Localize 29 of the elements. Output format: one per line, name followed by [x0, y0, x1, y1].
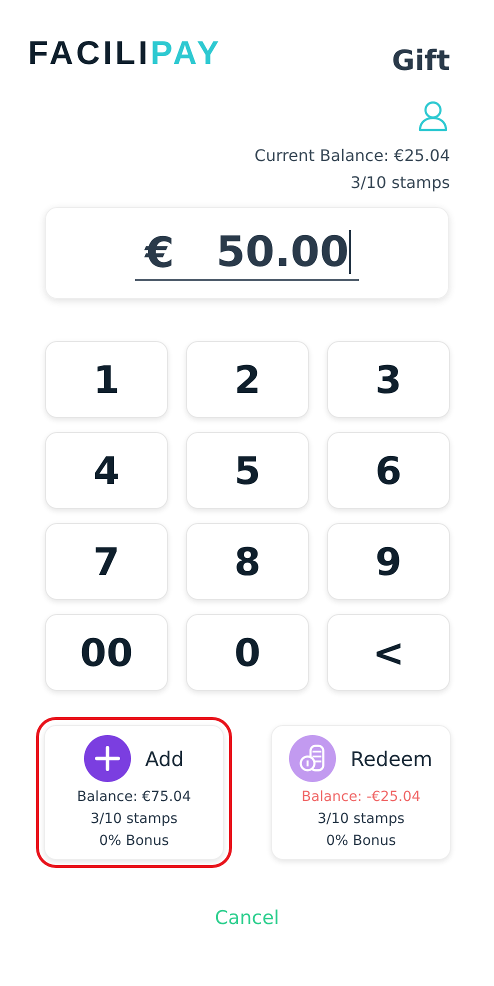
- keypad-key[interactable]: 7: [45, 523, 168, 600]
- keypad-key[interactable]: 3: [327, 341, 450, 418]
- keypad-key[interactable]: 2: [186, 341, 309, 418]
- card-label: Add: [145, 746, 184, 770]
- current-balance: Current Balance: €25.04: [254, 146, 450, 165]
- card-label: Redeem: [350, 746, 433, 770]
- keypad-key[interactable]: 4: [45, 432, 168, 509]
- redeem-card[interactable]: Redeem Balance: -€25.04 3/10 stamps 0% Bonus: [271, 725, 451, 860]
- keypad-key[interactable]: 00: [45, 614, 168, 691]
- keypad-key[interactable]: 0: [186, 614, 309, 691]
- page-title: Gift: [392, 44, 450, 70]
- balance-text: Balance: €75.04: [77, 788, 191, 807]
- keypad-key[interactable]: 5: [186, 432, 309, 509]
- bonus-text: 0% Bonus: [326, 832, 396, 851]
- amount-field[interactable]: € 50.00: [135, 225, 359, 281]
- coins-icon: [289, 735, 336, 782]
- balance-text: Balance: -€25.04: [301, 788, 421, 807]
- stamp-count: 3/10 stamps: [317, 810, 405, 829]
- keypad-key[interactable]: 6: [327, 432, 450, 509]
- stamp-count: 3/10 stamps: [90, 810, 178, 829]
- plus-icon: [84, 735, 132, 782]
- keypad-key[interactable]: 1: [45, 341, 168, 418]
- keypad-key[interactable]: 8: [186, 523, 309, 600]
- keypad-key[interactable]: 9: [327, 523, 450, 600]
- bonus-text: 0% Bonus: [99, 832, 169, 851]
- stamp-count: 3/10 stamps: [350, 173, 450, 192]
- facilipay-logo: FACILI PAY: [28, 36, 222, 70]
- user-icon[interactable]: [418, 100, 448, 132]
- keypad-key[interactable]: <: [327, 614, 450, 691]
